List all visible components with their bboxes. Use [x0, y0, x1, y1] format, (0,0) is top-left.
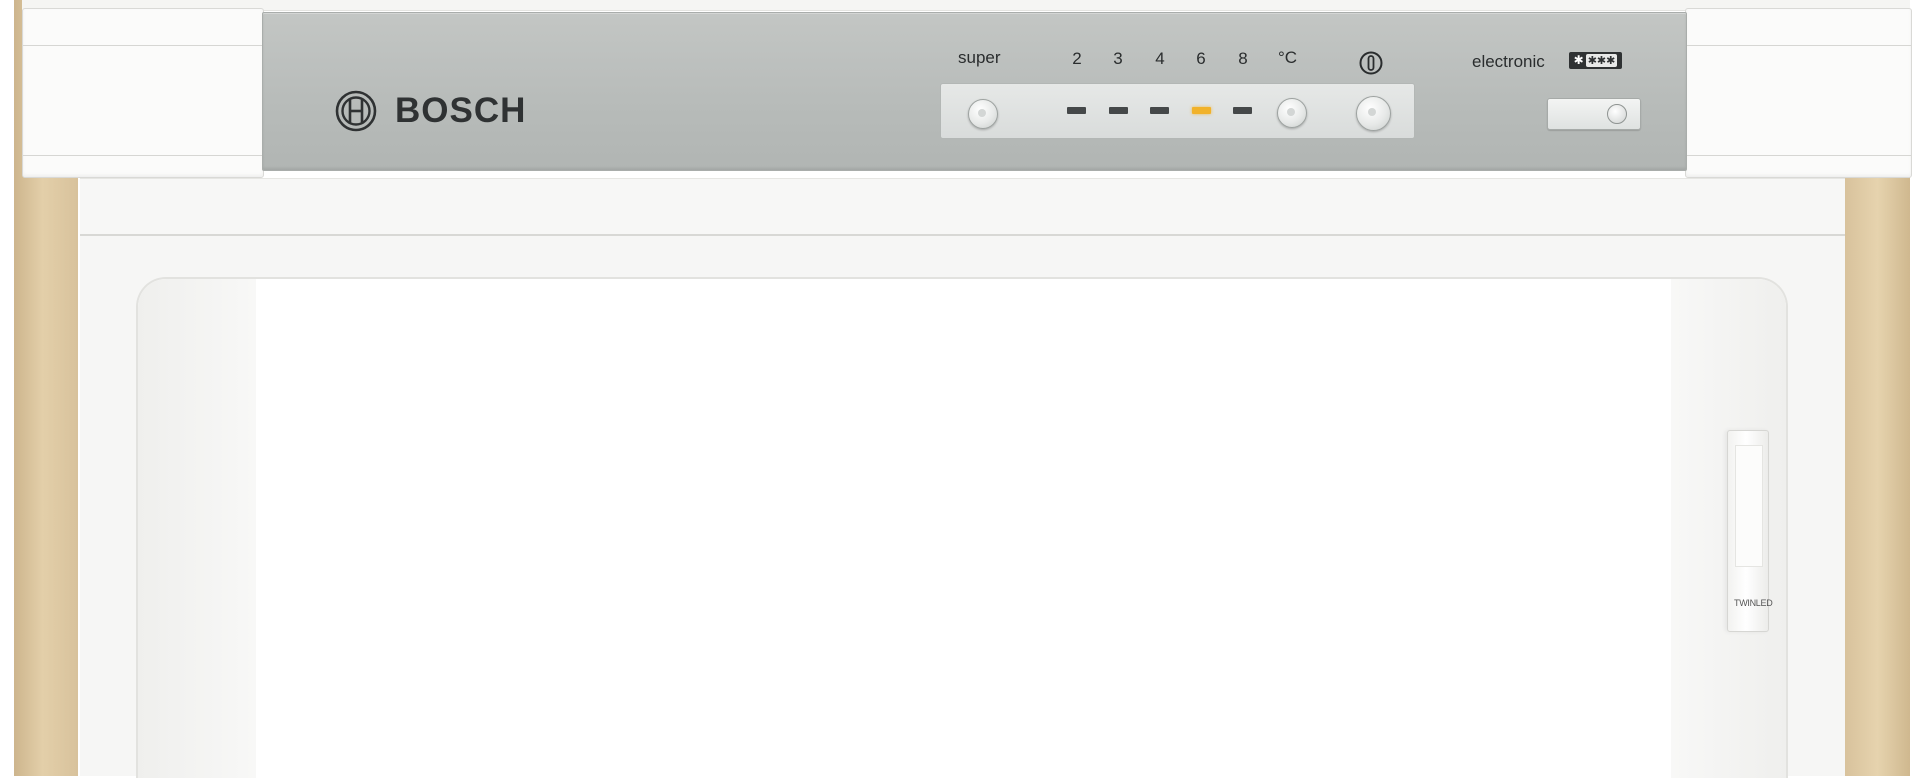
led-lamp	[1735, 445, 1763, 567]
housing-end-cap-right	[1685, 8, 1912, 178]
temp-led-6-active	[1192, 107, 1211, 114]
temp-led-2	[1067, 107, 1086, 114]
temp-label-6: 6	[1196, 49, 1206, 68]
power-icon	[1359, 51, 1383, 75]
unit-label: °C	[1278, 48, 1298, 67]
freezer-star-rating: ✱ ✱✱✱	[1569, 52, 1622, 69]
electronic-label: electronic	[1472, 52, 1545, 71]
asterisk-icon: ✱	[1573, 53, 1584, 67]
door-top-edge	[80, 178, 1845, 236]
temp-led-3	[1109, 107, 1128, 114]
door-inner-liner	[136, 277, 1788, 778]
temp-led-4	[1150, 107, 1169, 114]
temp-label-2: 2	[1072, 49, 1082, 68]
temp-led-8	[1233, 107, 1252, 114]
switch-knob	[1607, 104, 1627, 124]
brand-name: BOSCH	[395, 90, 527, 130]
housing-end-cap-left	[22, 8, 264, 178]
super-button[interactable]	[968, 99, 998, 129]
brand-logo: BOSCH	[335, 88, 526, 133]
temp-label-4: 4	[1155, 49, 1165, 68]
freezer-switch[interactable]	[1547, 98, 1641, 130]
temperature-button[interactable]	[1277, 98, 1307, 128]
bosch-armature-logo-icon	[335, 90, 377, 131]
star-icons: ✱✱✱	[1585, 54, 1618, 67]
temp-label-8: 8	[1238, 49, 1248, 68]
twinled-label: TWINLED	[1734, 598, 1773, 608]
temp-label-3: 3	[1113, 49, 1123, 68]
control-strip	[940, 83, 1415, 139]
power-button[interactable]	[1356, 96, 1391, 131]
fridge-top: BOSCH super 2 3 4 6 8 °C electronic ✱ ✱✱…	[0, 0, 1921, 778]
top-strip	[22, 0, 1910, 11]
super-label: super	[958, 48, 1001, 67]
